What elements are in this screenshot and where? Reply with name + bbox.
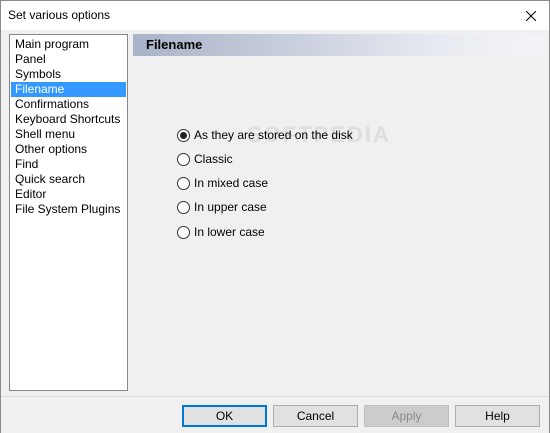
sidebar-item-editor[interactable]: Editor (11, 187, 126, 202)
radio-button[interactable] (177, 152, 190, 166)
sidebar-item-quick-search[interactable]: Quick search (11, 172, 126, 187)
radio-label: Classic (194, 152, 233, 166)
radio-label: As they are stored on the disk (194, 128, 353, 142)
sidebar-item-confirmations[interactable]: Confirmations (11, 97, 126, 112)
radio-classic[interactable]: Classic (177, 151, 233, 167)
panel-header: Filename (133, 34, 544, 56)
radio-as-stored[interactable]: As they are stored on the disk (177, 127, 353, 143)
ok-button[interactable]: OK (182, 405, 267, 427)
button-bar: OK Cancel Apply Help (1, 396, 549, 433)
radio-upper-case[interactable]: In upper case (177, 199, 267, 215)
title-bar: Set various options (1, 1, 549, 30)
radio-mixed-case[interactable]: In mixed case (177, 175, 268, 191)
radio-label: In upper case (194, 200, 267, 214)
sidebar-item-panel[interactable]: Panel (11, 52, 126, 67)
options-dialog: Set various options Main program Panel S… (0, 0, 550, 433)
sidebar-item-find[interactable]: Find (11, 157, 126, 172)
close-icon (526, 10, 536, 21)
help-button[interactable]: Help (455, 405, 540, 427)
radio-button[interactable] (177, 176, 190, 190)
radio-label: In mixed case (194, 176, 269, 190)
radio-button[interactable] (177, 200, 190, 214)
radio-label: In lower case (194, 225, 265, 239)
radio-button[interactable] (177, 225, 190, 239)
sidebar-item-file-system-plugins[interactable]: File System Plugins (11, 202, 126, 217)
sidebar-item-other-options[interactable]: Other options (11, 142, 126, 157)
window-title: Set various options (8, 8, 111, 22)
sidebar-item-shell-menu[interactable]: Shell menu (11, 127, 126, 142)
radio-lower-case[interactable]: In lower case (177, 224, 265, 240)
sidebar-item-main-program[interactable]: Main program (11, 37, 126, 52)
radio-button-checked[interactable] (177, 128, 190, 142)
sidebar-item-symbols[interactable]: Symbols (11, 67, 126, 82)
close-button[interactable] (513, 1, 549, 30)
cancel-button[interactable]: Cancel (273, 405, 358, 427)
options-category-list[interactable]: Main program Panel Symbols Filename Conf… (9, 34, 128, 391)
sidebar-item-keyboard-shortcuts[interactable]: Keyboard Shortcuts (11, 112, 126, 127)
panel-title: Filename (146, 37, 203, 52)
sidebar-item-filename[interactable]: Filename (11, 82, 126, 97)
apply-button[interactable]: Apply (364, 405, 449, 427)
